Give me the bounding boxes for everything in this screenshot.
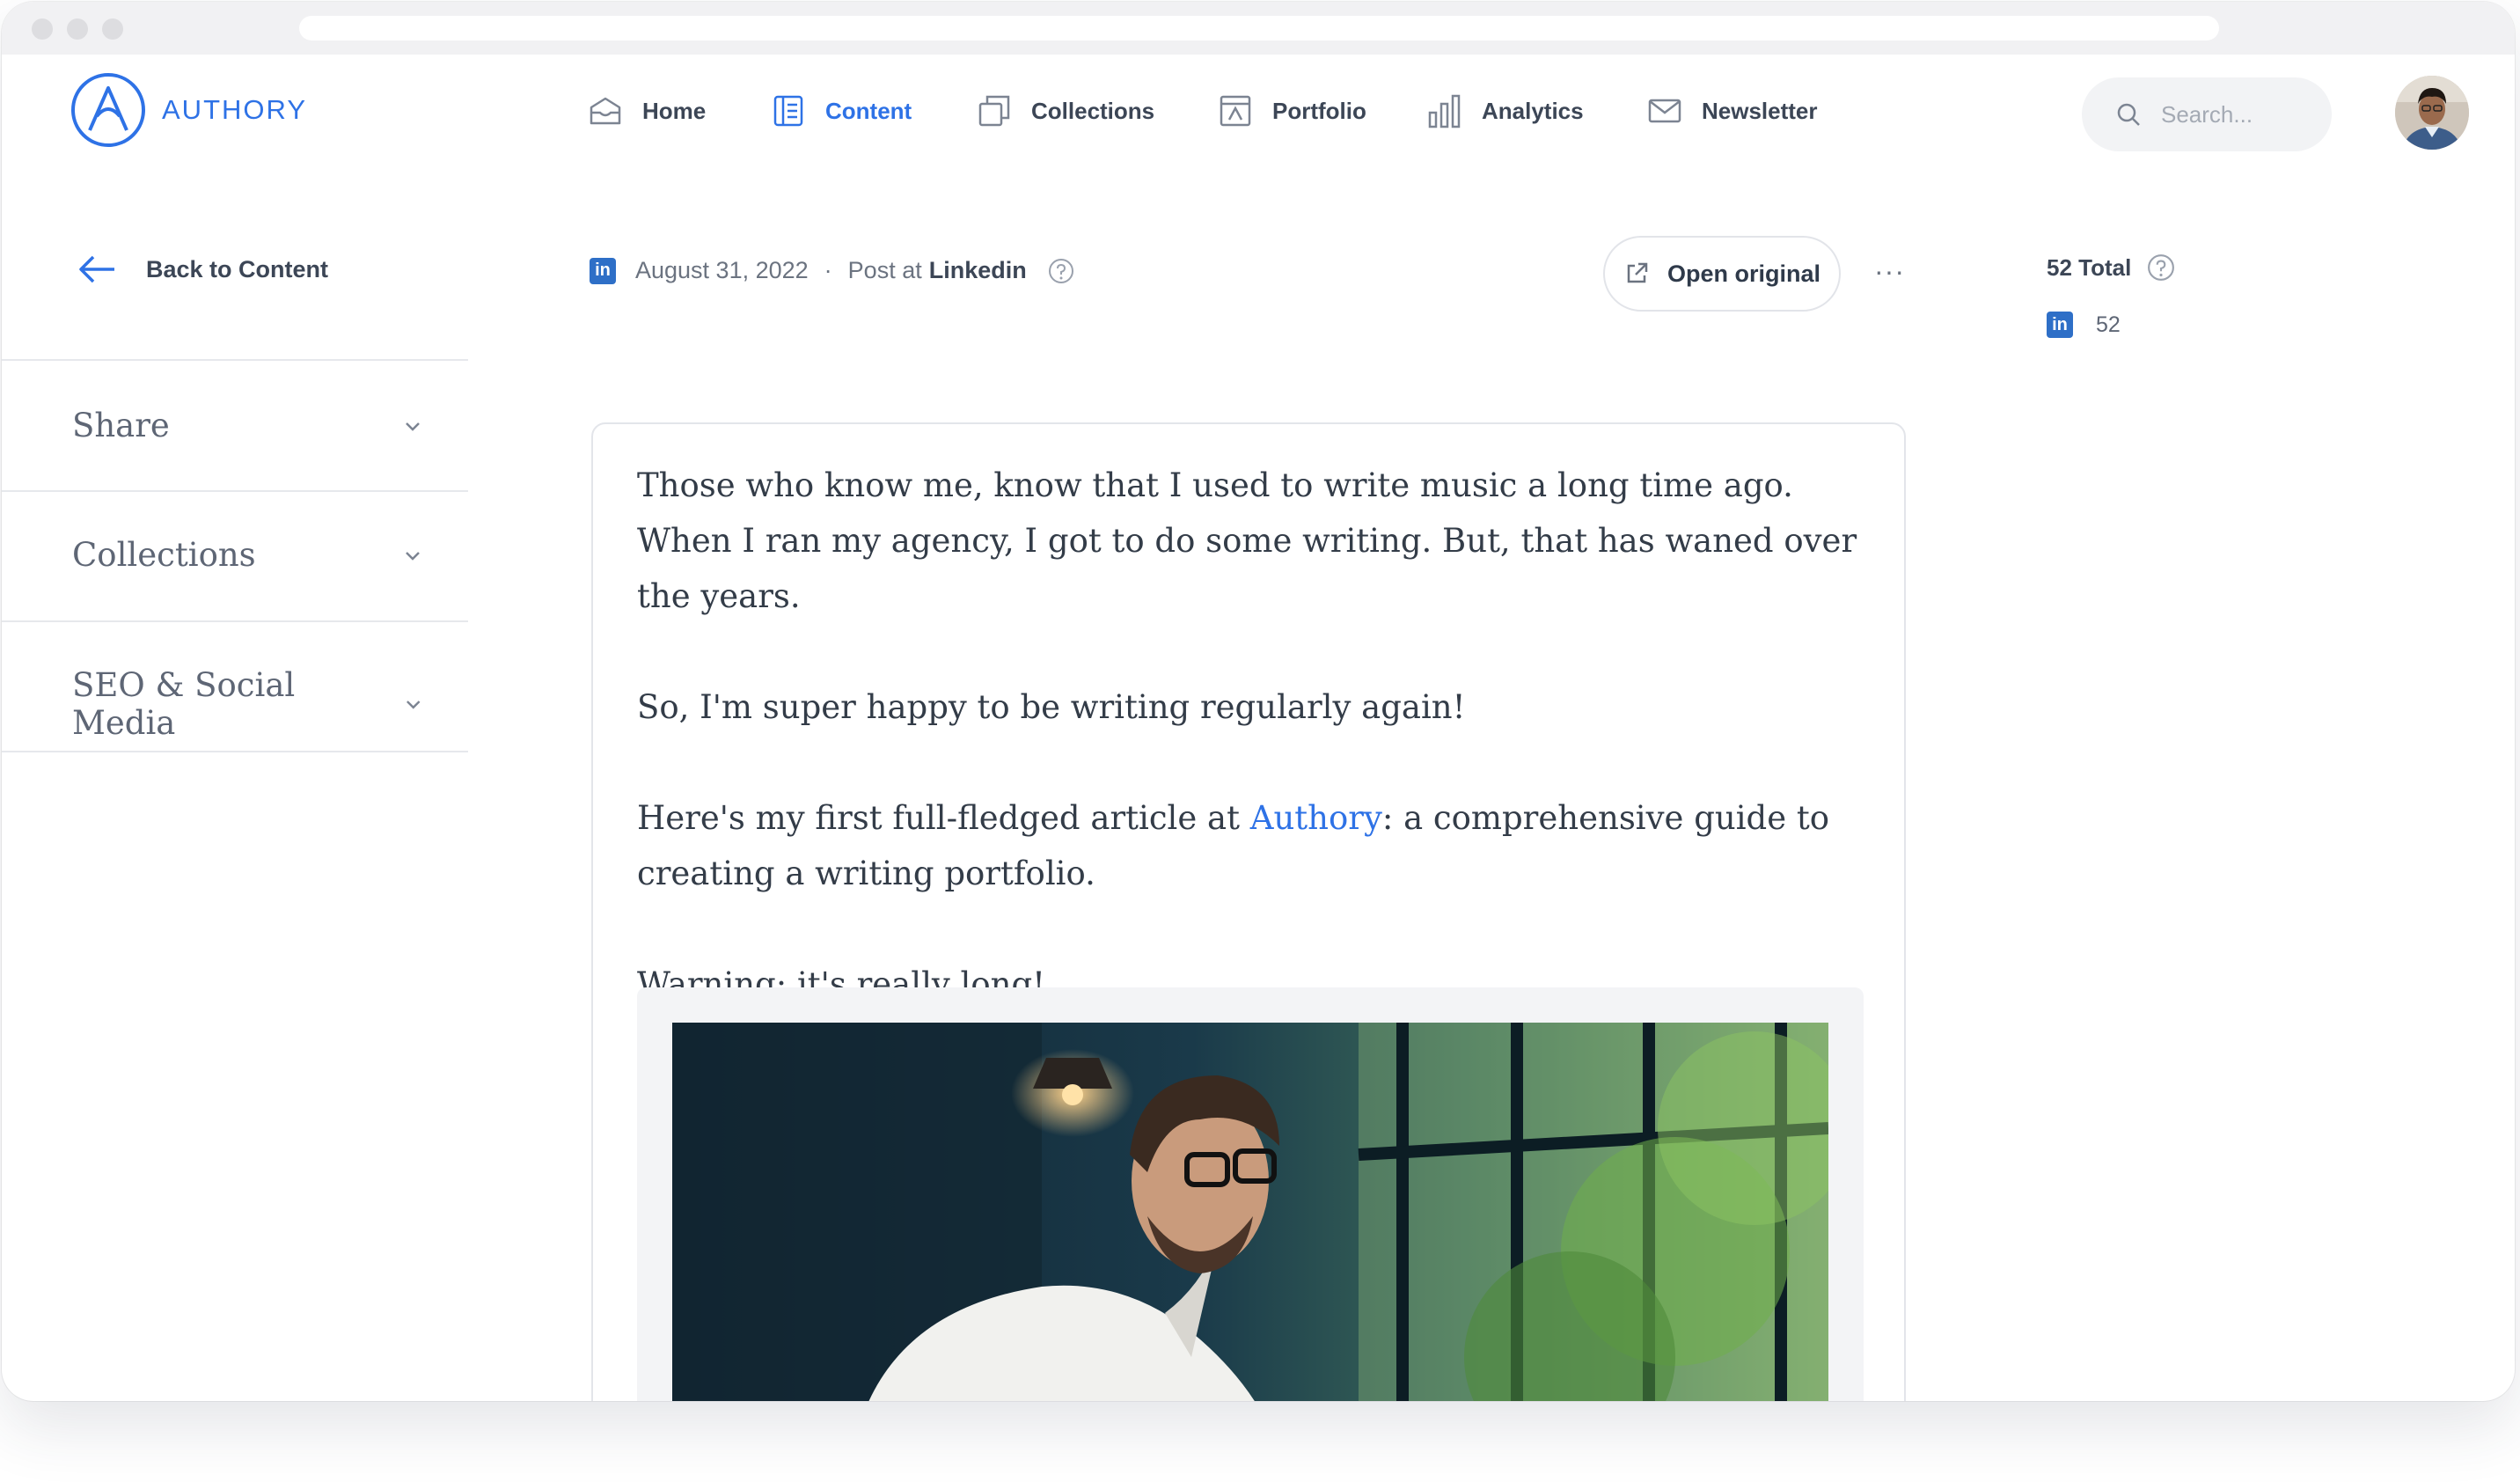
- nav-item-collections[interactable]: Collections: [977, 93, 1154, 128]
- nav-item-home[interactable]: Home: [588, 93, 706, 128]
- total-label: 52 Total: [2047, 253, 2132, 281]
- search-box[interactable]: [2082, 77, 2332, 151]
- sidebar-section-label: Collections: [72, 536, 256, 574]
- arrow-left-icon: [79, 255, 114, 283]
- chevron-down-icon: [406, 422, 420, 431]
- nav-item-content[interactable]: Content: [771, 93, 912, 128]
- sidebar-section-seo-social[interactable]: SEO & Social Media: [72, 666, 424, 742]
- user-avatar[interactable]: [2395, 76, 2469, 150]
- nav-label-home: Home: [642, 97, 707, 124]
- authory-link[interactable]: Authory: [1250, 799, 1382, 837]
- sidebar-divider: [2, 620, 468, 622]
- back-to-content-link[interactable]: Back to Content: [76, 253, 328, 285]
- post-image[interactable]: [672, 1023, 1828, 1401]
- sidebar-divider: [2, 490, 468, 492]
- search-icon: [2117, 103, 2140, 126]
- nav-label-newsletter: Newsletter: [1702, 97, 1818, 124]
- more-options-button[interactable]: ···: [1874, 255, 1905, 288]
- sidebar-section-label: Share: [72, 407, 170, 444]
- chevron-down-icon: [406, 701, 420, 709]
- sidebar-divider: [2, 359, 468, 361]
- window-dot-close[interactable]: [32, 18, 53, 40]
- total-stats: 52 Total: [2047, 253, 2175, 282]
- paragraph-text: Here's my first full-fledged article at: [637, 799, 1250, 837]
- linkedin-count-row: in 52: [2047, 312, 2121, 338]
- linkedin-icon: in: [590, 257, 616, 284]
- avatar-photo: [2395, 76, 2469, 150]
- help-icon[interactable]: [1048, 258, 1074, 284]
- chevron-down-icon: [406, 551, 420, 561]
- content-icon: [773, 95, 803, 127]
- home-icon: [590, 97, 621, 125]
- post-type-prefix: Post at: [847, 257, 922, 283]
- help-icon[interactable]: [2147, 253, 2175, 282]
- app-window: AUTHORY Home Content Collections Portfol…: [2, 2, 2515, 1401]
- post-paragraph: Those who know me, know that I used to w…: [637, 466, 1857, 615]
- open-original-button[interactable]: Open original: [1603, 236, 1841, 312]
- back-label: Back to Content: [146, 255, 329, 282]
- post-image-frame: [637, 987, 1864, 1401]
- open-original-label: Open original: [1667, 260, 1820, 287]
- post-body: Those who know me, know that I used to w…: [637, 458, 1886, 1067]
- sidebar-divider: [2, 751, 468, 752]
- man-writing-photo: [672, 1023, 1828, 1401]
- sidebar-section-share[interactable]: Share: [72, 407, 424, 444]
- brand-logo[interactable]: AUTHORY: [70, 72, 307, 148]
- newsletter-icon: [1648, 99, 1681, 123]
- nav-item-portfolio[interactable]: Portfolio: [1218, 93, 1366, 128]
- post-paragraph: So, I'm super happy to be writing regula…: [637, 688, 1466, 726]
- linkedin-icon: in: [2047, 312, 2073, 338]
- post-date: August 31, 2022: [635, 257, 809, 283]
- address-bar[interactable]: [299, 16, 2219, 40]
- meta-separator: ·: [824, 257, 832, 283]
- post-content-card: Those who know me, know that I used to w…: [591, 422, 1906, 1401]
- brand-name: AUTHORY: [162, 94, 308, 125]
- post-paragraph: Here's my first full-fledged article at …: [637, 790, 1886, 901]
- nav-item-analytics[interactable]: Analytics: [1427, 93, 1584, 128]
- external-link-icon: [1627, 262, 1648, 283]
- search-input[interactable]: [2159, 99, 2330, 129]
- browser-chrome: [2, 2, 2515, 55]
- window-dot-maximize[interactable]: [102, 18, 123, 40]
- nav-label-portfolio: Portfolio: [1272, 97, 1366, 124]
- analytics-icon: [1428, 94, 1461, 128]
- nav-label-content: Content: [825, 97, 912, 124]
- window-dot-minimize[interactable]: [67, 18, 88, 40]
- post-platform: Linkedin: [928, 257, 1027, 283]
- authory-logo-icon: [71, 73, 145, 147]
- post-meta: in August 31, 2022 · Post at Linkedin: [590, 257, 1074, 284]
- sidebar-section-collections[interactable]: Collections: [72, 536, 424, 574]
- nav-label-analytics: Analytics: [1482, 97, 1584, 124]
- nav-item-newsletter[interactable]: Newsletter: [1647, 93, 1818, 128]
- portfolio-icon: [1220, 95, 1251, 127]
- nav-label-collections: Collections: [1031, 97, 1155, 124]
- collections-icon: [978, 95, 1010, 127]
- sidebar-section-label: SEO & Social Media: [72, 666, 296, 742]
- linkedin-count: 52: [2096, 312, 2121, 337]
